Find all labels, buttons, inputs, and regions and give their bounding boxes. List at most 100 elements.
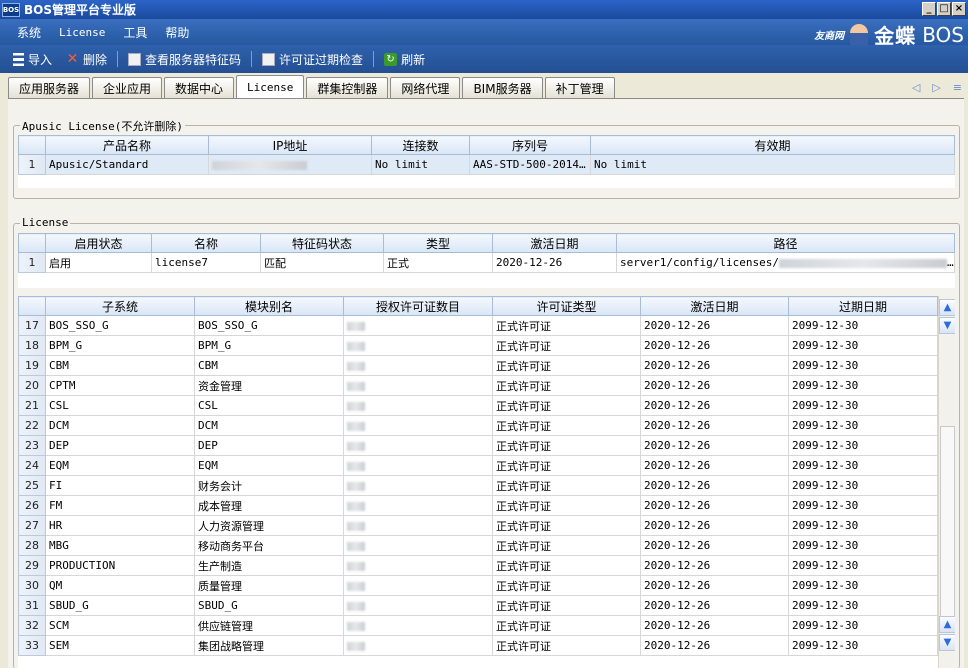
expiry-date-cell[interactable]: 2099-12-30 [788,395,938,416]
expiry-date-cell[interactable]: 2099-12-30 [788,415,938,436]
subsystem-cell[interactable]: BOS_SSO_G [45,315,195,336]
column-header[interactable]: 激活日期 [492,233,617,253]
subsystem-cell[interactable]: PRODUCTION [45,555,195,576]
license-count-cell[interactable] [343,355,493,376]
column-header[interactable]: 启用状态 [45,233,152,253]
license-type-cell[interactable]: 正式许可证 [492,535,641,556]
license-count-cell[interactable] [343,435,493,456]
expiry-date-cell[interactable]: 2099-12-30 [788,515,938,536]
license-count-cell[interactable] [343,555,493,576]
close-button[interactable]: × [952,2,966,16]
license-type-cell[interactable]: 正式许可证 [492,575,641,596]
column-header[interactable]: 序列号 [469,135,591,155]
license-count-cell[interactable] [343,475,493,496]
license-type-cell[interactable]: 正式许可证 [492,515,641,536]
vertical-scrollbar[interactable]: ▲ ▼ ▲ ▼ [938,296,955,668]
module-alias-cell[interactable]: BOS_SSO_G [194,315,344,336]
module-alias-cell[interactable]: EQM [194,455,344,476]
column-header[interactable]: 模块别名 [194,296,344,316]
activation-date-cell[interactable]: 2020-12-26 [640,355,789,376]
tab-network-proxy[interactable]: 网络代理 [390,77,461,98]
table-row[interactable]: 29 PRODUCTION 生产制造 正式许可证 2020-12-26 2099-12-3… [18,555,938,576]
table-row[interactable]: 26 FM 成本管理 正式许可证 2020-12-26 2099-12-30 [18,495,938,516]
activation-date-cell[interactable]: 2020-12-26 [640,595,789,616]
scroll-up-button[interactable]: ▲ [939,299,955,316]
activation-date-cell[interactable]: 2020-12-26 [640,335,789,356]
scrollbar-thumb[interactable] [940,426,955,621]
table-row[interactable]: 32 SCM 供应链管理 正式许可证 2020-12-26 2099-12-30 [18,615,938,636]
license-type-cell[interactable]: 正式许可证 [492,395,641,416]
expiry-date-cell[interactable]: 2099-12-30 [788,375,938,396]
refresh-button[interactable]: ↻ 刷新 [377,51,432,68]
activation-date-cell[interactable]: 2020-12-26 [640,375,789,396]
license-count-cell[interactable] [343,615,493,636]
connections-cell[interactable]: No limit [371,154,470,175]
license-count-cell[interactable] [343,495,493,516]
table-row[interactable]: 1 Apusic/Standard No limit AAS-STD-500-2… [18,154,955,175]
column-header[interactable]: 名称 [151,233,261,253]
module-alias-cell[interactable]: CBM [194,355,344,376]
license-count-cell[interactable] [343,515,493,536]
column-header[interactable]: 许可证类型 [492,296,641,316]
column-header[interactable]: 子系统 [45,296,195,316]
license-type-cell[interactable]: 正式 [383,252,493,273]
subsystem-cell[interactable]: SBUD_G [45,595,195,616]
activation-date-cell[interactable]: 2020-12-26 [492,252,617,273]
expiry-date-cell[interactable]: 2099-12-30 [788,635,938,656]
expiry-date-cell[interactable]: 2099-12-30 [788,315,938,336]
expiry-date-cell[interactable]: 2099-12-30 [788,615,938,636]
column-header[interactable]: 特征码状态 [260,233,384,253]
license-type-cell[interactable]: 正式许可证 [492,475,641,496]
license-type-cell[interactable]: 正式许可证 [492,355,641,376]
feature-code-status-cell[interactable]: 匹配 [260,252,384,273]
table-row[interactable]: 25 FI 财务会计 正式许可证 2020-12-26 2099-12-30 [18,475,938,496]
expiry-date-cell[interactable]: 2099-12-30 [788,475,938,496]
table-row[interactable]: 20 CPTM 资金管理 正式许可证 2020-12-26 2099-12-30 [18,375,938,396]
subsystem-cell[interactable]: FI [45,475,195,496]
table-row[interactable]: 17 BOS_SSO_G BOS_SSO_G 正式许可证 2020-12-26 2099-… [18,315,938,336]
license-type-cell[interactable]: 正式许可证 [492,615,641,636]
table-row[interactable]: 1 启用 license7 匹配 正式 2020-12-26 server1/c… [18,252,955,273]
activation-date-cell[interactable]: 2020-12-26 [640,535,789,556]
license-name-cell[interactable]: license7 [151,252,261,273]
activation-date-cell[interactable]: 2020-12-26 [640,415,789,436]
table-row[interactable]: 24 EQM EQM 正式许可证 2020-12-26 2099-12-30 [18,455,938,476]
module-alias-cell[interactable]: 资金管理 [194,375,344,396]
license-type-cell[interactable]: 正式许可证 [492,375,641,396]
tab-menu-icon[interactable]: ≡ [953,81,962,94]
module-alias-cell[interactable]: 移动商务平台 [194,535,344,556]
activation-date-cell[interactable]: 2020-12-26 [640,495,789,516]
subsystem-cell[interactable]: BPM_G [45,335,195,356]
subsystem-cell[interactable]: CBM [45,355,195,376]
column-header[interactable]: 授权许可证数目 [343,296,493,316]
license-count-cell[interactable] [343,535,493,556]
subsystem-cell[interactable]: SEM [45,635,195,656]
license-count-cell[interactable] [343,455,493,476]
module-alias-cell[interactable]: BPM_G [194,335,344,356]
subsystem-cell[interactable]: FM [45,495,195,516]
table-row[interactable]: 31 SBUD_G SBUD_G 正式许可证 2020-12-26 2099-12-30 [18,595,938,616]
activation-date-cell[interactable]: 2020-12-26 [640,615,789,636]
activation-date-cell[interactable]: 2020-12-26 [640,475,789,496]
license-count-cell[interactable] [343,635,493,656]
delete-button[interactable]: ✕ 删除 [59,51,114,68]
license-count-cell[interactable] [343,395,493,416]
tab-bim-server[interactable]: BIM服务器 [462,77,543,98]
license-count-cell[interactable] [343,575,493,596]
import-button[interactable]: 导入 [6,51,59,68]
subsystem-cell[interactable]: HR [45,515,195,536]
license-count-cell[interactable] [343,415,493,436]
column-header[interactable]: IP地址 [208,135,372,155]
path-cell[interactable]: server1/config/licenses/... [616,252,955,273]
subsystem-cell[interactable]: QM [45,575,195,596]
license-count-cell[interactable] [343,375,493,396]
license-type-cell[interactable]: 正式许可证 [492,455,641,476]
table-row[interactable]: 30 QM 质量管理 正式许可证 2020-12-26 2099-12-30 [18,575,938,596]
tab-next-icon[interactable]: ▷ [932,81,940,94]
expiry-date-cell[interactable]: 2099-12-30 [788,495,938,516]
expiry-date-cell[interactable]: 2099-12-30 [788,455,938,476]
tab-enterprise-app[interactable]: 企业应用 [92,77,163,98]
subsystem-cell[interactable]: DEP [45,435,195,456]
expiry-date-cell[interactable]: 2099-12-30 [788,595,938,616]
table-row[interactable]: 19 CBM CBM 正式许可证 2020-12-26 2099-12-30 [18,355,938,376]
